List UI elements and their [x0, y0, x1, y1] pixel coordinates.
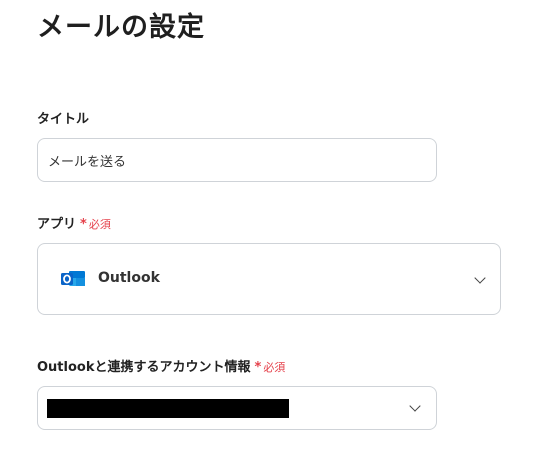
title-field-label: タイトル: [37, 111, 89, 129]
required-badge: * 必須: [80, 217, 111, 232]
title-input-value: メールを送る: [48, 154, 127, 170]
required-text: 必須: [88, 218, 111, 231]
account-select[interactable]: [37, 386, 437, 430]
account-field-label: Outlookと連携するアカウント情報 * 必須: [37, 359, 285, 377]
required-mark: *: [80, 217, 87, 232]
account-label-text: Outlookと連携するアカウント情報: [37, 360, 251, 375]
selected-app-name: Outlook: [98, 270, 160, 286]
chevron-down-icon[interactable]: [474, 272, 486, 284]
redacted-account-value: [47, 399, 289, 418]
app-label-text: アプリ: [37, 217, 77, 232]
required-badge: * 必須: [254, 360, 286, 375]
title-input[interactable]: メールを送る: [37, 138, 437, 182]
title-label-text: タイトル: [37, 112, 90, 127]
required-text: 必須: [263, 361, 286, 374]
chevron-down-icon[interactable]: [409, 400, 421, 412]
page-title: メールの設定: [37, 12, 205, 43]
mail-settings-page: メールの設定 タイトル メールを送る アプリ * 必須 Outlook Outloo…: [0, 0, 549, 466]
app-field-label: アプリ * 必須: [37, 216, 111, 234]
app-select[interactable]: Outlook: [37, 243, 501, 315]
required-mark: *: [254, 360, 262, 375]
outlook-icon: [61, 271, 85, 286]
